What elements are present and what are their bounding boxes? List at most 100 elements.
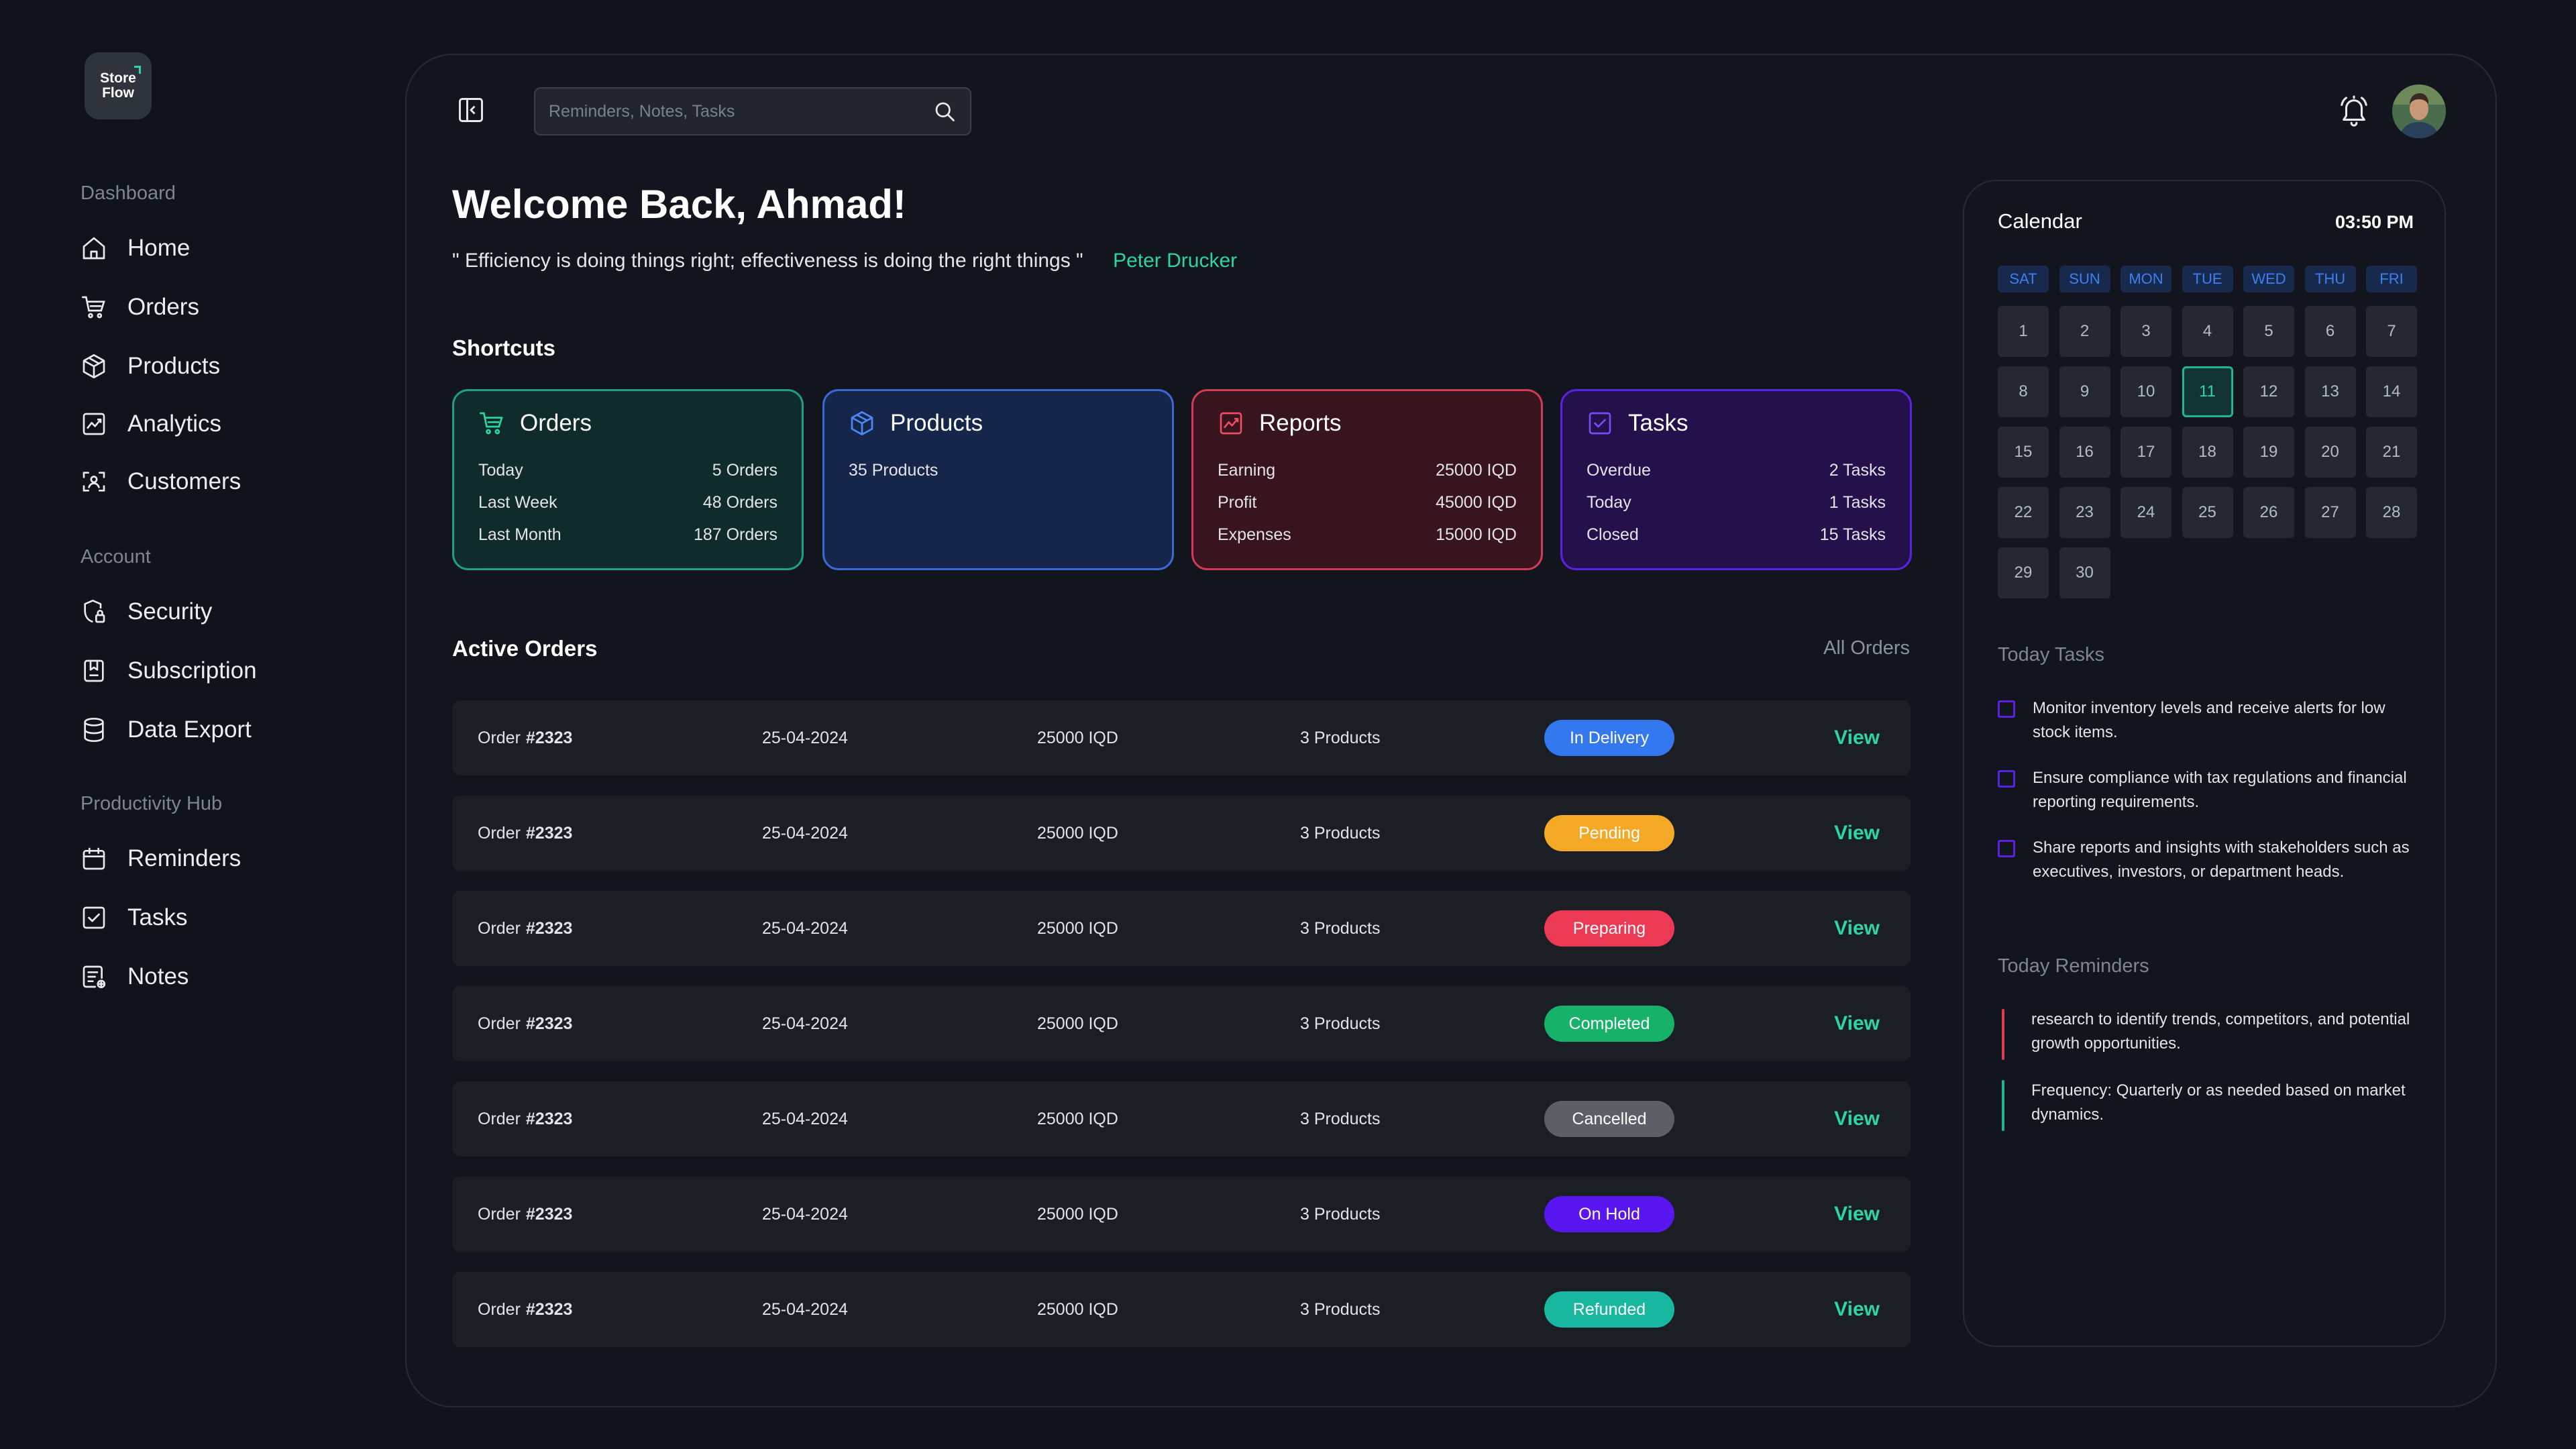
shortcut-card-orders[interactable]: Orders Today 5 Orders Last Week 48 Orders … — [452, 389, 804, 570]
sidebar-item-home[interactable]: Home — [80, 228, 362, 268]
sidebar-item-notes[interactable]: Notes — [80, 957, 362, 997]
sidebar-item-subscription[interactable]: Subscription — [80, 651, 362, 691]
calendar-day[interactable]: 2 — [2059, 306, 2110, 357]
calendar-day[interactable]: 26 — [2243, 487, 2294, 538]
order-price: 25000 IQD — [1037, 918, 1118, 938]
table-row: Order #2323 25-04-2024 25000 IQD 3 Products I… — [452, 700, 1911, 775]
order-price: 25000 IQD — [1037, 1204, 1118, 1224]
calendar-day[interactable]: 17 — [2121, 427, 2171, 478]
view-order-button[interactable]: View — [1834, 891, 1880, 966]
calendar-day-selected[interactable]: 11 — [2182, 366, 2233, 417]
shortcut-card-tasks[interactable]: Tasks Overdue 2 Tasks Today 1 Tasks Closed… — [1560, 389, 1912, 570]
view-order-button[interactable]: View — [1834, 986, 1880, 1061]
reminder-item[interactable]: Frequency: Quarterly or as needed based … — [2002, 1079, 2411, 1131]
card-row-value: 48 Orders — [702, 492, 777, 512]
calendar-day[interactable]: 24 — [2121, 487, 2171, 538]
calendar-day[interactable]: 10 — [2121, 366, 2171, 417]
user-avatar-icon — [2392, 85, 2446, 138]
calendar-day[interactable]: 30 — [2059, 547, 2110, 598]
reminder-item[interactable]: research to identify trends, competitors… — [2002, 1008, 2411, 1060]
calendar-day[interactable]: 23 — [2059, 487, 2110, 538]
avatar[interactable] — [2392, 85, 2446, 138]
sidebar-item-orders[interactable]: Orders — [80, 287, 362, 327]
calendar-day[interactable]: 3 — [2121, 306, 2171, 357]
task-checkbox[interactable] — [1998, 770, 2015, 788]
sidebar-item-security[interactable]: Security — [80, 592, 362, 632]
search-bar[interactable] — [534, 87, 971, 136]
calendar-day[interactable]: 9 — [2059, 366, 2110, 417]
app-logo[interactable]: Store Flow — [85, 52, 152, 119]
sidebar-item-tasks[interactable]: Tasks — [80, 898, 362, 938]
shortcut-card-reports[interactable]: Reports Earning 25000 IQD Profit 45000 IQD… — [1191, 389, 1543, 570]
all-orders-link[interactable]: All Orders — [1823, 637, 1910, 659]
calendar-day[interactable]: 22 — [1998, 487, 2049, 538]
calendar-day[interactable]: 4 — [2182, 306, 2233, 357]
sidebar-toggle-icon[interactable] — [456, 95, 486, 125]
search-icon[interactable] — [932, 99, 957, 123]
sidebar-item-label: Reminders — [127, 845, 241, 871]
view-order-button[interactable]: View — [1834, 796, 1880, 871]
sidebar-item-customers[interactable]: Customers — [80, 462, 362, 502]
sidebar-item-label: Tasks — [127, 904, 188, 930]
task-item[interactable]: Ensure compliance with tax regulations a… — [1998, 766, 2414, 814]
view-order-button[interactable]: View — [1834, 700, 1880, 775]
view-order-button[interactable]: View — [1834, 1081, 1880, 1157]
sidebar-item-data-export[interactable]: Data Export — [80, 710, 362, 750]
order-date: 25-04-2024 — [762, 823, 848, 843]
chart-icon — [83, 413, 105, 435]
search-input[interactable] — [549, 101, 932, 121]
card-title: Reports — [1259, 410, 1342, 436]
cart-icon — [480, 412, 503, 435]
sidebar-item-products[interactable]: Products — [80, 346, 362, 386]
calendar-title: Calendar — [1998, 209, 2082, 233]
calendar-day[interactable]: 6 — [2304, 306, 2356, 357]
sidebar-item-reminders[interactable]: Reminders — [80, 839, 362, 879]
calendar-day[interactable]: 29 — [1998, 547, 2049, 598]
calendar-day[interactable]: 12 — [2243, 366, 2294, 417]
order-id: Order #2323 — [478, 700, 572, 775]
calendar-day[interactable]: 27 — [2304, 487, 2356, 538]
task-item[interactable]: Share reports and insights with stakehol… — [1998, 836, 2414, 884]
table-row: Order #2323 25-04-2024 25000 IQD 3 Products P… — [452, 796, 1911, 871]
sidebar-item-label: Orders — [127, 294, 199, 320]
calendar-weekday: THU — [2304, 266, 2356, 292]
order-status: Pending — [1544, 796, 1674, 871]
calendar-day[interactable]: 13 — [2304, 366, 2356, 417]
calendar-day[interactable]: 28 — [2366, 487, 2417, 538]
shortcut-card-products[interactable]: Products 35 Products — [822, 389, 1174, 570]
task-checkbox[interactable] — [1998, 840, 2015, 857]
sidebar-item-label: Home — [127, 235, 191, 261]
notes-icon — [83, 965, 106, 989]
order-id: Order #2323 — [478, 796, 572, 871]
calendar-day[interactable]: 15 — [1998, 427, 2049, 478]
calendar-day[interactable]: 19 — [2243, 427, 2294, 478]
order-date: 25-04-2024 — [762, 918, 848, 938]
task-checkbox[interactable] — [1998, 700, 2015, 718]
order-id: Order #2323 — [478, 986, 572, 1061]
quote-author: Peter Drucker — [1113, 250, 1238, 272]
view-order-button[interactable]: View — [1834, 1177, 1880, 1252]
calendar-day[interactable]: 16 — [2059, 427, 2110, 478]
order-prefix: Order — [478, 1014, 521, 1033]
bell-icon[interactable] — [2339, 94, 2369, 127]
calendar-day[interactable]: 14 — [2366, 366, 2417, 417]
card-row-label: Last Week — [478, 492, 557, 512]
calendar-day[interactable]: 18 — [2182, 427, 2233, 478]
reminder-color-bar — [2002, 1080, 2004, 1131]
task-item[interactable]: Monitor inventory levels and receive ale… — [1998, 696, 2414, 745]
card-row-value: 15000 IQD — [1436, 525, 1517, 544]
order-products: 3 Products — [1300, 728, 1381, 747]
view-order-button[interactable]: View — [1834, 1272, 1880, 1347]
calendar-day[interactable]: 7 — [2366, 306, 2417, 357]
calendar-day[interactable]: 1 — [1998, 306, 2049, 357]
order-status: Cancelled — [1544, 1081, 1674, 1157]
calendar-day[interactable]: 8 — [1998, 366, 2049, 417]
sidebar-item-analytics[interactable]: Analytics — [80, 404, 362, 444]
order-id: Order #2323 — [478, 1272, 572, 1347]
calendar-day[interactable]: 25 — [2182, 487, 2233, 538]
calendar-day[interactable]: 21 — [2366, 427, 2417, 478]
calendar-day[interactable]: 20 — [2304, 427, 2356, 478]
order-number: #2323 — [525, 1014, 573, 1033]
order-status: Preparing — [1544, 891, 1674, 966]
calendar-day[interactable]: 5 — [2243, 306, 2294, 357]
